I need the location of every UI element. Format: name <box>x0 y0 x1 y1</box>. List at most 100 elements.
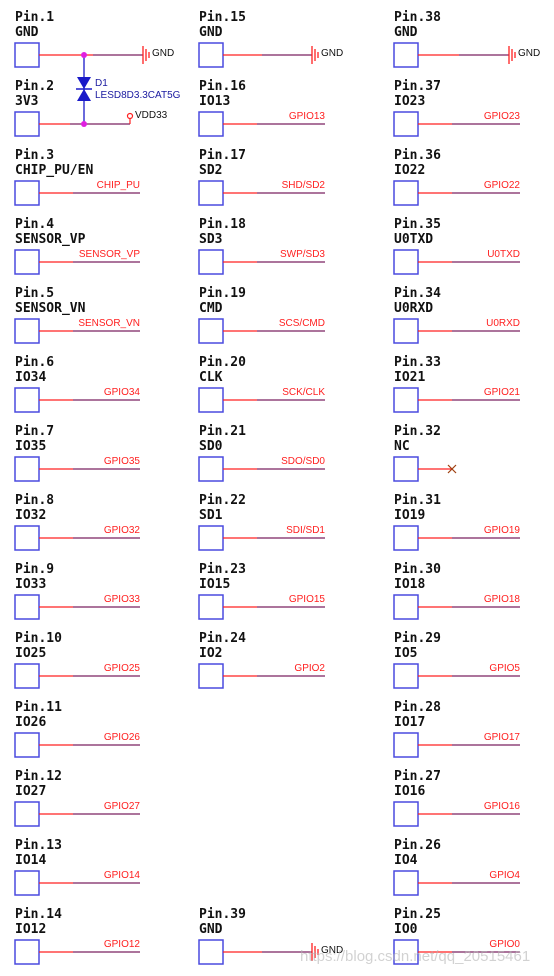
diode-part: LESD8D3.3CAT5G <box>95 90 181 101</box>
pin-name: IO26 <box>15 715 47 730</box>
tvs-diode-icon <box>77 77 91 89</box>
net-label: SCS/CMD <box>278 318 325 329</box>
diode-label: D1 LESD8D3.3CAT5G <box>95 78 180 102</box>
pin-number: Pin.11 <box>15 700 62 715</box>
pin-name: SD2 <box>199 163 223 178</box>
pin-number: Pin.22 <box>199 493 246 508</box>
pin-name: IO22 <box>394 163 426 178</box>
pin-name: CLK <box>199 370 223 385</box>
pin-name: NC <box>394 439 410 454</box>
pin-number: Pin.30 <box>394 562 441 577</box>
pin-pad-box <box>393 249 419 275</box>
net-label: GPIO19 <box>483 525 520 536</box>
pin-name: IO2 <box>199 646 223 661</box>
pin-pad-box <box>393 180 419 206</box>
net-label: GPIO2 <box>294 663 325 674</box>
pin-number: Pin.3 <box>15 148 55 163</box>
pin-name: GND <box>199 25 223 40</box>
net-label: GPIO15 <box>288 594 325 605</box>
net-label: GPIO17 <box>483 732 520 743</box>
net-label: GPIO4 <box>489 870 520 881</box>
net-label: SENSOR_VP <box>78 249 140 260</box>
pin-pad-box <box>14 525 40 551</box>
pin-pad-box <box>14 180 40 206</box>
pin-pad-box <box>393 525 419 551</box>
pin-pad-box <box>14 42 40 68</box>
net-label: GPIO22 <box>483 180 520 191</box>
net-label: SHD/SD2 <box>281 180 325 191</box>
net-label: GPIO32 <box>103 525 140 536</box>
net-label: GPIO23 <box>483 111 520 122</box>
pin-name: IO15 <box>199 577 231 592</box>
pin-name: IO5 <box>394 646 418 661</box>
pin-number: Pin.19 <box>199 286 246 301</box>
pin-pad-box <box>393 111 419 137</box>
ground-net-label: GND <box>152 48 175 59</box>
pin-number: Pin.33 <box>394 355 441 370</box>
pin-number: Pin.32 <box>394 424 441 439</box>
net-label: GPIO35 <box>103 456 140 467</box>
pin-name: IO12 <box>15 922 47 937</box>
net-label: SDI/SD1 <box>286 525 325 536</box>
net-label: GPIO18 <box>483 594 520 605</box>
pin-number: Pin.38 <box>394 10 441 25</box>
pin-number: Pin.26 <box>394 838 441 853</box>
pin-pad-box <box>393 318 419 344</box>
pin-name: SD3 <box>199 232 223 247</box>
pin-name: IO25 <box>15 646 47 661</box>
pin-name: SENSOR_VN <box>15 301 86 316</box>
pin-name: IO34 <box>15 370 47 385</box>
pin-number: Pin.39 <box>199 907 246 922</box>
pin-name: SD0 <box>199 439 223 454</box>
pin-pad-box <box>198 456 224 482</box>
pin-pad-box <box>198 663 224 689</box>
net-label: GPIO16 <box>483 801 520 812</box>
pin-number: Pin.1 <box>15 10 55 25</box>
net-label: GPIO12 <box>103 939 140 950</box>
pin-pad-box <box>14 387 40 413</box>
pin-number: Pin.5 <box>15 286 55 301</box>
pin-name: U0RXD <box>394 301 434 316</box>
pin-pad-box <box>393 663 419 689</box>
pin-name: IO19 <box>394 508 426 523</box>
pin-name: CHIP_PU/EN <box>15 163 94 178</box>
pin-number: Pin.17 <box>199 148 246 163</box>
net-label: GPIO33 <box>103 594 140 605</box>
pin-number: Pin.2 <box>15 79 55 94</box>
pin-name: IO0 <box>394 922 418 937</box>
pin-pad-box <box>14 456 40 482</box>
pin-name: SD1 <box>199 508 223 523</box>
pin-pad-box <box>393 870 419 896</box>
pin-pad-box <box>198 594 224 620</box>
junction-dot <box>81 121 87 127</box>
pin-name: GND <box>394 25 418 40</box>
pin-number: Pin.23 <box>199 562 246 577</box>
pin-number: Pin.24 <box>199 631 246 646</box>
pin-pad-box <box>14 801 40 827</box>
schematic <box>14 42 520 965</box>
ground-net-label: GND <box>518 48 541 59</box>
pin-number: Pin.31 <box>394 493 441 508</box>
pin-number: Pin.20 <box>199 355 246 370</box>
pin-pad-box <box>198 318 224 344</box>
pin-pad-box <box>393 456 419 482</box>
pin-name: IO13 <box>199 94 231 109</box>
junction-dot <box>81 52 87 58</box>
pin-number: Pin.18 <box>199 217 246 232</box>
net-label: GPIO13 <box>288 111 325 122</box>
pin-number: Pin.36 <box>394 148 441 163</box>
pin-number: Pin.7 <box>15 424 55 439</box>
net-label: GPIO5 <box>489 663 520 674</box>
pin-number: Pin.16 <box>199 79 246 94</box>
pin-pad-box <box>198 42 224 68</box>
pin-name: 3V3 <box>15 94 39 109</box>
pin-name: IO35 <box>15 439 47 454</box>
pin-number: Pin.27 <box>394 769 441 784</box>
pin-number: Pin.34 <box>394 286 441 301</box>
pin-name: IO17 <box>394 715 426 730</box>
pin-pad-box <box>198 180 224 206</box>
net-label: CHIP_PU <box>96 180 140 191</box>
pin-pad-box <box>393 732 419 758</box>
pin-pad-box <box>198 387 224 413</box>
net-label: GPIO26 <box>103 732 140 743</box>
